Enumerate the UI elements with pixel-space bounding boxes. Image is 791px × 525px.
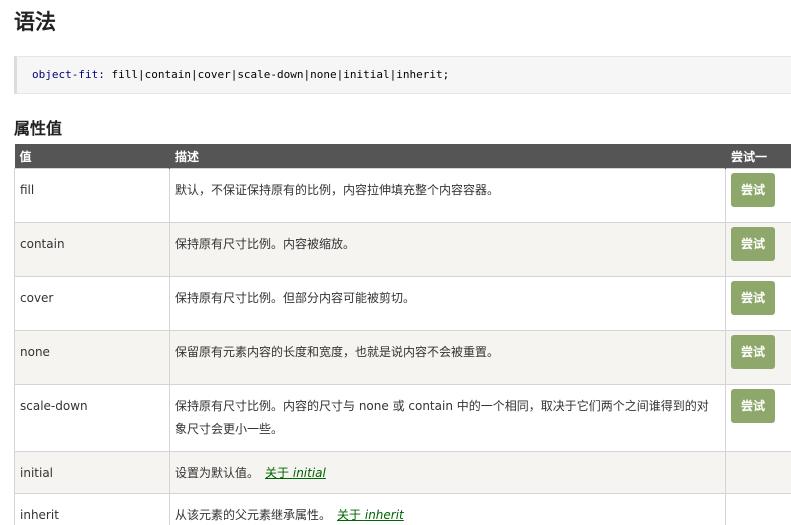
value-cell: none <box>14 330 170 385</box>
table-row: cover 保持原有尺寸比例。但部分内容可能被剪切。 尝试 <box>14 276 791 331</box>
syntax-property: object-fit: <box>32 68 105 81</box>
try-button[interactable]: 尝试 <box>731 281 776 315</box>
syntax-heading: 语法 <box>14 10 56 34</box>
header-try: 尝试一 <box>725 144 791 169</box>
value-cell: cover <box>14 276 170 331</box>
table-row: none 保留原有元素内容的长度和宽度，也就是说内容不会被重置。 尝试 <box>14 330 791 385</box>
link-prefix: 关于 <box>337 507 362 522</box>
try-button[interactable]: 尝试 <box>731 335 776 369</box>
description-cell: 保持原有尺寸比例。内容被缩放。 <box>169 222 726 277</box>
table-row: fill 默认，不保证保持原有的比例，内容拉伸填充整个内容容器。 尝试 <box>14 168 791 223</box>
value-cell: initial <box>14 451 170 494</box>
link-prefix: 关于 <box>265 466 290 480</box>
try-cell: 尝试 <box>725 384 791 452</box>
header-value: 值 <box>14 144 170 169</box>
value-cell: inherit <box>14 492 170 525</box>
syntax-code-block: object-fit: fill|contain|cover|scale-dow… <box>14 56 791 94</box>
table-row: initial 设置为默认值。 关于 initial <box>14 451 791 494</box>
try-cell: 尝试 <box>725 330 791 385</box>
about-inherit-link[interactable]: 关于 inherit <box>337 508 404 522</box>
header-description: 描述 <box>169 144 726 169</box>
value-cell: contain <box>14 222 170 277</box>
try-cell: 尝试 <box>725 168 791 223</box>
try-cell-empty <box>725 492 791 525</box>
description-cell: 从该元素的父元素继承属性。 关于 inherit <box>169 492 726 525</box>
description-cell: 保持原有尺寸比例。但部分内容可能被剪切。 <box>169 276 726 331</box>
description-cell: 保持原有尺寸比例。内容的尺寸与 none 或 contain 中的一个相同，取决… <box>169 384 726 452</box>
try-cell: 尝试 <box>725 276 791 331</box>
link-value: initial <box>292 466 326 480</box>
table-header-row: 值 描述 尝试一 <box>14 144 791 169</box>
try-cell-empty <box>725 451 791 494</box>
property-values-table: 值 描述 尝试一 fill 默认，不保证保持原有的比例，内容拉伸填充整个内容容器… <box>14 144 791 525</box>
page: 语法 object-fit: fill|contain|cover|scale-… <box>0 0 791 525</box>
try-cell: 尝试 <box>725 222 791 277</box>
description-cell: 保留原有元素内容的长度和宽度，也就是说内容不会被重置。 <box>169 330 726 385</box>
value-cell: scale-down <box>14 384 170 452</box>
link-value: inherit <box>364 507 404 522</box>
table-row: inherit 从该元素的父元素继承属性。 关于 inherit <box>14 492 791 525</box>
value-cell: fill <box>14 168 170 223</box>
description-cell: 默认，不保证保持原有的比例，内容拉伸填充整个内容容器。 <box>169 168 726 223</box>
try-button[interactable]: 尝试 <box>731 389 776 423</box>
description-text: 设置为默认值。 <box>175 466 260 480</box>
try-button[interactable]: 尝试 <box>731 227 776 261</box>
table-row: scale-down 保持原有尺寸比例。内容的尺寸与 none 或 contai… <box>14 384 791 452</box>
description-text: 从该元素的父元素继承属性。 <box>175 507 332 522</box>
property-values-heading: 属性值 <box>14 119 63 138</box>
syntax-values: fill|contain|cover|scale-down|none|initi… <box>111 68 450 81</box>
description-cell: 设置为默认值。 关于 initial <box>169 451 726 494</box>
table-row: contain 保持原有尺寸比例。内容被缩放。 尝试 <box>14 222 791 277</box>
try-button[interactable]: 尝试 <box>731 173 776 207</box>
syntax-code-line: object-fit: fill|contain|cover|scale-dow… <box>32 68 449 81</box>
about-initial-link[interactable]: 关于 initial <box>265 466 326 480</box>
